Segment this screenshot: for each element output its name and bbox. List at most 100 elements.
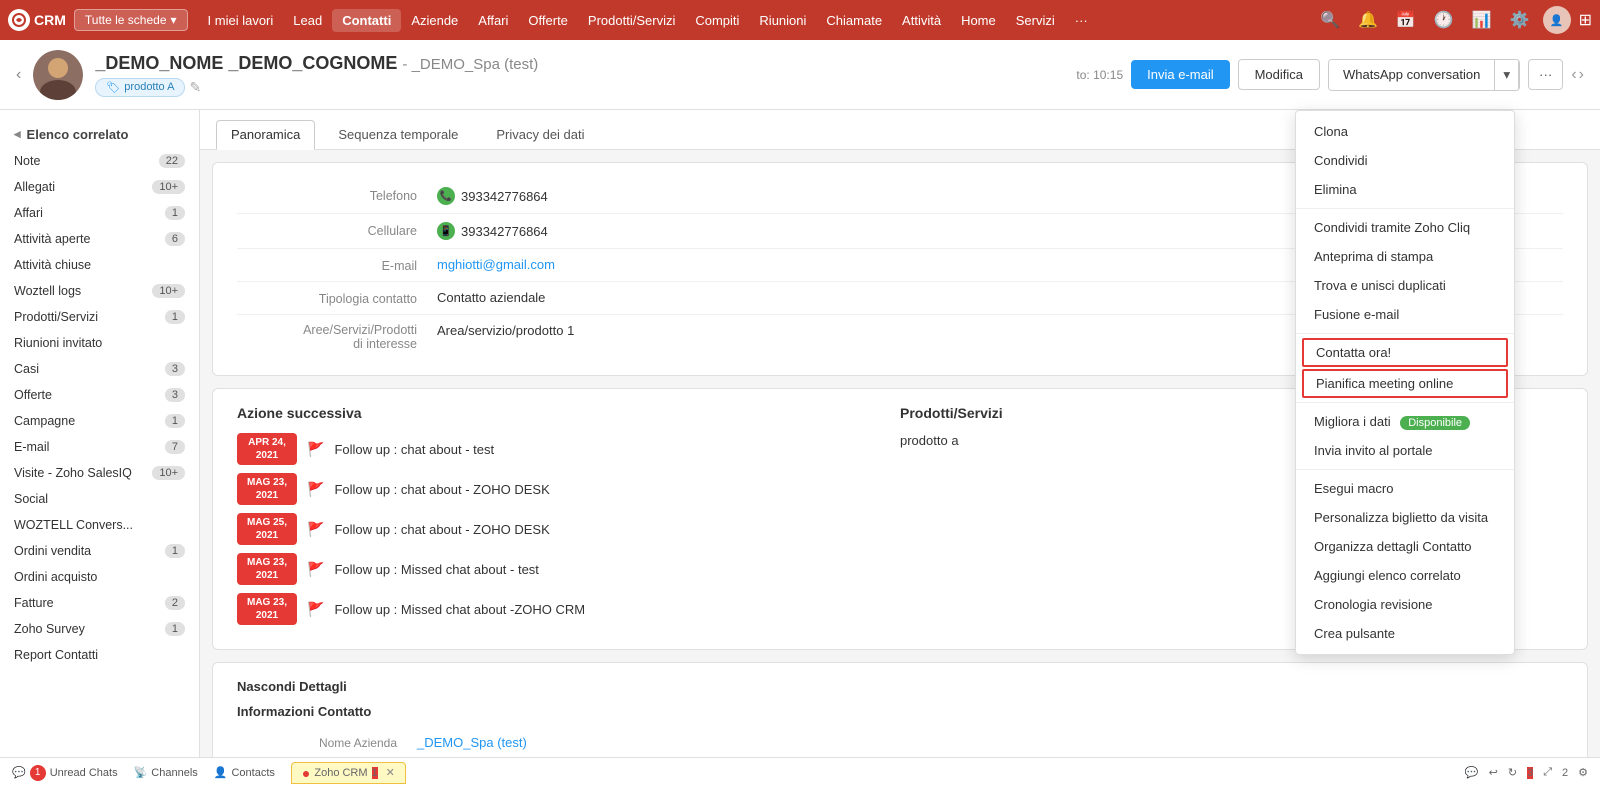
menu-clona[interactable]: Clona (1296, 117, 1514, 146)
next-action-section: Azione successiva APR 24,2021 🚩 Follow u… (237, 405, 900, 633)
separator-4 (1296, 469, 1514, 470)
whatsapp-button[interactable]: WhatsApp conversation (1329, 60, 1495, 90)
chat-bubble-icon[interactable]: 💬 (1465, 766, 1479, 779)
more-options-button[interactable]: ··· (1528, 59, 1563, 90)
all-records-dropdown[interactable]: Tutte le schede ▾ (74, 9, 188, 31)
chat-badge: 1 (30, 765, 46, 781)
action-text-2: Follow up : chat about - ZOHO DESK (334, 522, 549, 537)
date-badge-1: MAG 23,2021 (237, 473, 297, 505)
sidebar-item-prodotti[interactable]: Prodotti/Servizi1 (0, 304, 199, 330)
sidebar-item-woztell-convers[interactable]: WOZTELL Convers... (0, 512, 199, 538)
nav-tasks[interactable]: Compiti (685, 9, 749, 32)
nav-meetings[interactable]: Riunioni (749, 9, 816, 32)
grid-apps-icon[interactable]: ⊞ (1579, 10, 1592, 30)
notifications-icon[interactable]: 🔔 (1353, 8, 1383, 32)
bottom-tab-zohocrm[interactable]: ● Zoho CRM 1 ✕ (291, 762, 406, 784)
calendar-add-icon[interactable]: 📅 (1391, 8, 1421, 32)
nav-contacts[interactable]: Contatti (332, 9, 401, 32)
menu-elimina[interactable]: Elimina (1296, 175, 1514, 204)
menu-contatta[interactable]: Contatta ora! (1302, 338, 1508, 367)
nav-activity[interactable]: Attività (892, 9, 951, 32)
sidebar-item-email[interactable]: E-mail7 (0, 434, 199, 460)
bottom-tab-contacts[interactable]: 👤 Contacts (214, 766, 275, 779)
menu-esegui-macro[interactable]: Esegui macro (1296, 474, 1514, 503)
dropdown-menu: Clona Condividi Elimina Condividi tramit… (1295, 110, 1515, 655)
action-text-0: Follow up : chat about - test (334, 442, 494, 457)
back-button[interactable]: ‹ (16, 66, 21, 84)
chart-icon[interactable]: 📊 (1467, 8, 1497, 32)
bottom-tab-chats[interactable]: 💬 1 Unread Chats (12, 765, 118, 781)
sidebar-item-woztell[interactable]: Woztell logs10+ (0, 278, 199, 304)
settings-icon[interactable]: ⚙️ (1505, 8, 1535, 32)
email-value[interactable]: mghiotti@gmail.com (437, 257, 555, 272)
crm-logo[interactable]: CRM (8, 9, 66, 31)
nav-items: I miei lavori Lead Contatti Aziende Affa… (198, 9, 1314, 32)
sidebar-item-ordini-acquisto[interactable]: Ordini acquisto (0, 564, 199, 590)
menu-aggiungi-elenco[interactable]: Aggiungi elenco correlato (1296, 561, 1514, 590)
sidebar-item-riunioni[interactable]: Riunioni invitato (0, 330, 199, 356)
menu-condividi[interactable]: Condividi (1296, 146, 1514, 175)
menu-fusione[interactable]: Fusione e-mail (1296, 300, 1514, 329)
send-email-button[interactable]: Invia e-mail (1131, 60, 1229, 89)
nav-deals[interactable]: Affari (468, 9, 518, 32)
nav-quotes[interactable]: Offerte (518, 9, 578, 32)
menu-cronologia[interactable]: Cronologia revisione (1296, 590, 1514, 619)
contact-name: _DEMO_NOME _DEMO_COGNOME - _DEMO_Spa (te… (95, 53, 1064, 74)
sidebar-item-social[interactable]: Social (0, 486, 199, 512)
nav-services[interactable]: Servizi (1006, 9, 1065, 32)
menu-crea-pulsante[interactable]: Crea pulsante (1296, 619, 1514, 648)
sidebar-item-affari[interactable]: Affari1 (0, 200, 199, 226)
sidebar-item-casi[interactable]: Casi3 (0, 356, 199, 382)
reply-icon[interactable]: ↩ (1489, 766, 1498, 779)
sidebar-item-attivita-aperte[interactable]: Attività aperte6 (0, 226, 199, 252)
menu-organizza[interactable]: Organizza dettagli Contatto (1296, 532, 1514, 561)
nav-companies[interactable]: Aziende (401, 9, 468, 32)
expand-icon[interactable]: ⤢ (1543, 766, 1552, 779)
nav-products[interactable]: Prodotti/Servizi (578, 9, 685, 32)
sidebar-item-zoho-survey[interactable]: Zoho Survey1 (0, 616, 199, 642)
sidebar-item-attivita-chiuse[interactable]: Attività chiuse (0, 252, 199, 278)
sidebar-item-fatture[interactable]: Fatture2 (0, 590, 199, 616)
sidebar-item-report[interactable]: Report Contatti (0, 642, 199, 668)
close-zohocrm-tab[interactable]: ✕ (386, 766, 395, 779)
azienda-value[interactable]: _DEMO_Spa (test) (417, 735, 527, 750)
tab-sequenza[interactable]: Sequenza temporale (323, 120, 473, 149)
sidebar-item-allegati[interactable]: Allegati10+ (0, 174, 199, 200)
sidebar-item-ordini-vendita[interactable]: Ordini vendita1 (0, 538, 199, 564)
bottom-tab-channels[interactable]: 📡 Channels (134, 766, 198, 779)
sidebar-item-campagne[interactable]: Campagne1 (0, 408, 199, 434)
nav-home[interactable]: Home (951, 9, 1006, 32)
prev-record-button[interactable]: ‹ (1571, 66, 1576, 84)
tab-privacy[interactable]: Privacy dei dati (481, 120, 599, 149)
menu-invito-portale[interactable]: Invia invito al portale (1296, 436, 1514, 465)
menu-migliora[interactable]: Migliora i dati Disponibile (1296, 407, 1514, 436)
sidebar-item-offerte[interactable]: Offerte3 (0, 382, 199, 408)
nav-more[interactable]: ··· (1065, 9, 1098, 32)
menu-biglietto[interactable]: Personalizza biglietto da visita (1296, 503, 1514, 532)
sidebar-item-note[interactable]: Note22 (0, 148, 199, 174)
menu-condividi-cliq[interactable]: Condividi tramite Zoho Cliq (1296, 213, 1514, 242)
edit-tag-icon[interactable]: ✎ (189, 79, 201, 96)
bottom-right-icons: 💬 ↩ ↻ 3 ⤢ 2 ⚙ (1465, 766, 1588, 779)
info-azienda: Nome Azienda _DEMO_Spa (test) (237, 729, 1563, 756)
edit-button[interactable]: Modifica (1238, 59, 1320, 90)
clock-icon[interactable]: 🕐 (1429, 8, 1459, 32)
settings-bottom-icon[interactable]: ⚙ (1578, 766, 1588, 779)
nav-my-work[interactable]: I miei lavori (198, 9, 284, 32)
menu-stampa[interactable]: Anteprima di stampa (1296, 242, 1514, 271)
logo-icon (8, 9, 30, 31)
next-record-button[interactable]: › (1579, 66, 1584, 84)
sidebar-item-visite[interactable]: Visite - Zoho SalesIQ10+ (0, 460, 199, 486)
time-label: to: 10:15 (1076, 68, 1123, 82)
tab-panoramica[interactable]: Panoramica (216, 120, 315, 150)
user-avatar[interactable]: 👤 (1543, 6, 1571, 34)
whatsapp-dropdown-arrow[interactable]: ▾ (1495, 60, 1519, 90)
nav-calls[interactable]: Chiamate (816, 9, 892, 32)
menu-duplicati[interactable]: Trova e unisci duplicati (1296, 271, 1514, 300)
search-icon[interactable]: 🔍 (1315, 8, 1345, 32)
refresh-icon[interactable]: ↻ (1508, 766, 1517, 779)
channels-icon: 📡 (134, 766, 148, 779)
menu-pianifica[interactable]: Pianifica meeting online (1302, 369, 1508, 398)
nav-lead[interactable]: Lead (283, 9, 332, 32)
tag-badge[interactable]: 🏷 prodotto A (95, 78, 185, 97)
